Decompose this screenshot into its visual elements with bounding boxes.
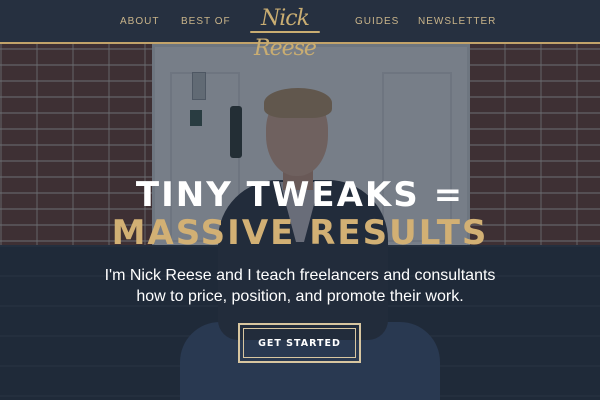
logo-underline	[250, 31, 320, 33]
get-started-button[interactable]: GET STARTED	[238, 323, 361, 363]
nav-link-newsletter[interactable]: NEWSLETTER	[418, 16, 496, 27]
hero-subtext: I'm Nick Reese and I teach freelancers a…	[104, 267, 496, 305]
hero-headline-line2: MASSIVE RESULTS	[111, 213, 489, 253]
hero-headline-line1: TINY TWEAKS =	[135, 175, 465, 215]
top-navigation: ABOUT BEST OF Nick Reese GUIDES NEWSLETT…	[0, 0, 600, 61]
nav-link-best-of[interactable]: BEST OF	[181, 16, 231, 27]
nav-link-about[interactable]: ABOUT	[120, 16, 159, 27]
nav-link-guides[interactable]: GUIDES	[355, 16, 399, 27]
get-started-label: GET STARTED	[243, 328, 356, 358]
